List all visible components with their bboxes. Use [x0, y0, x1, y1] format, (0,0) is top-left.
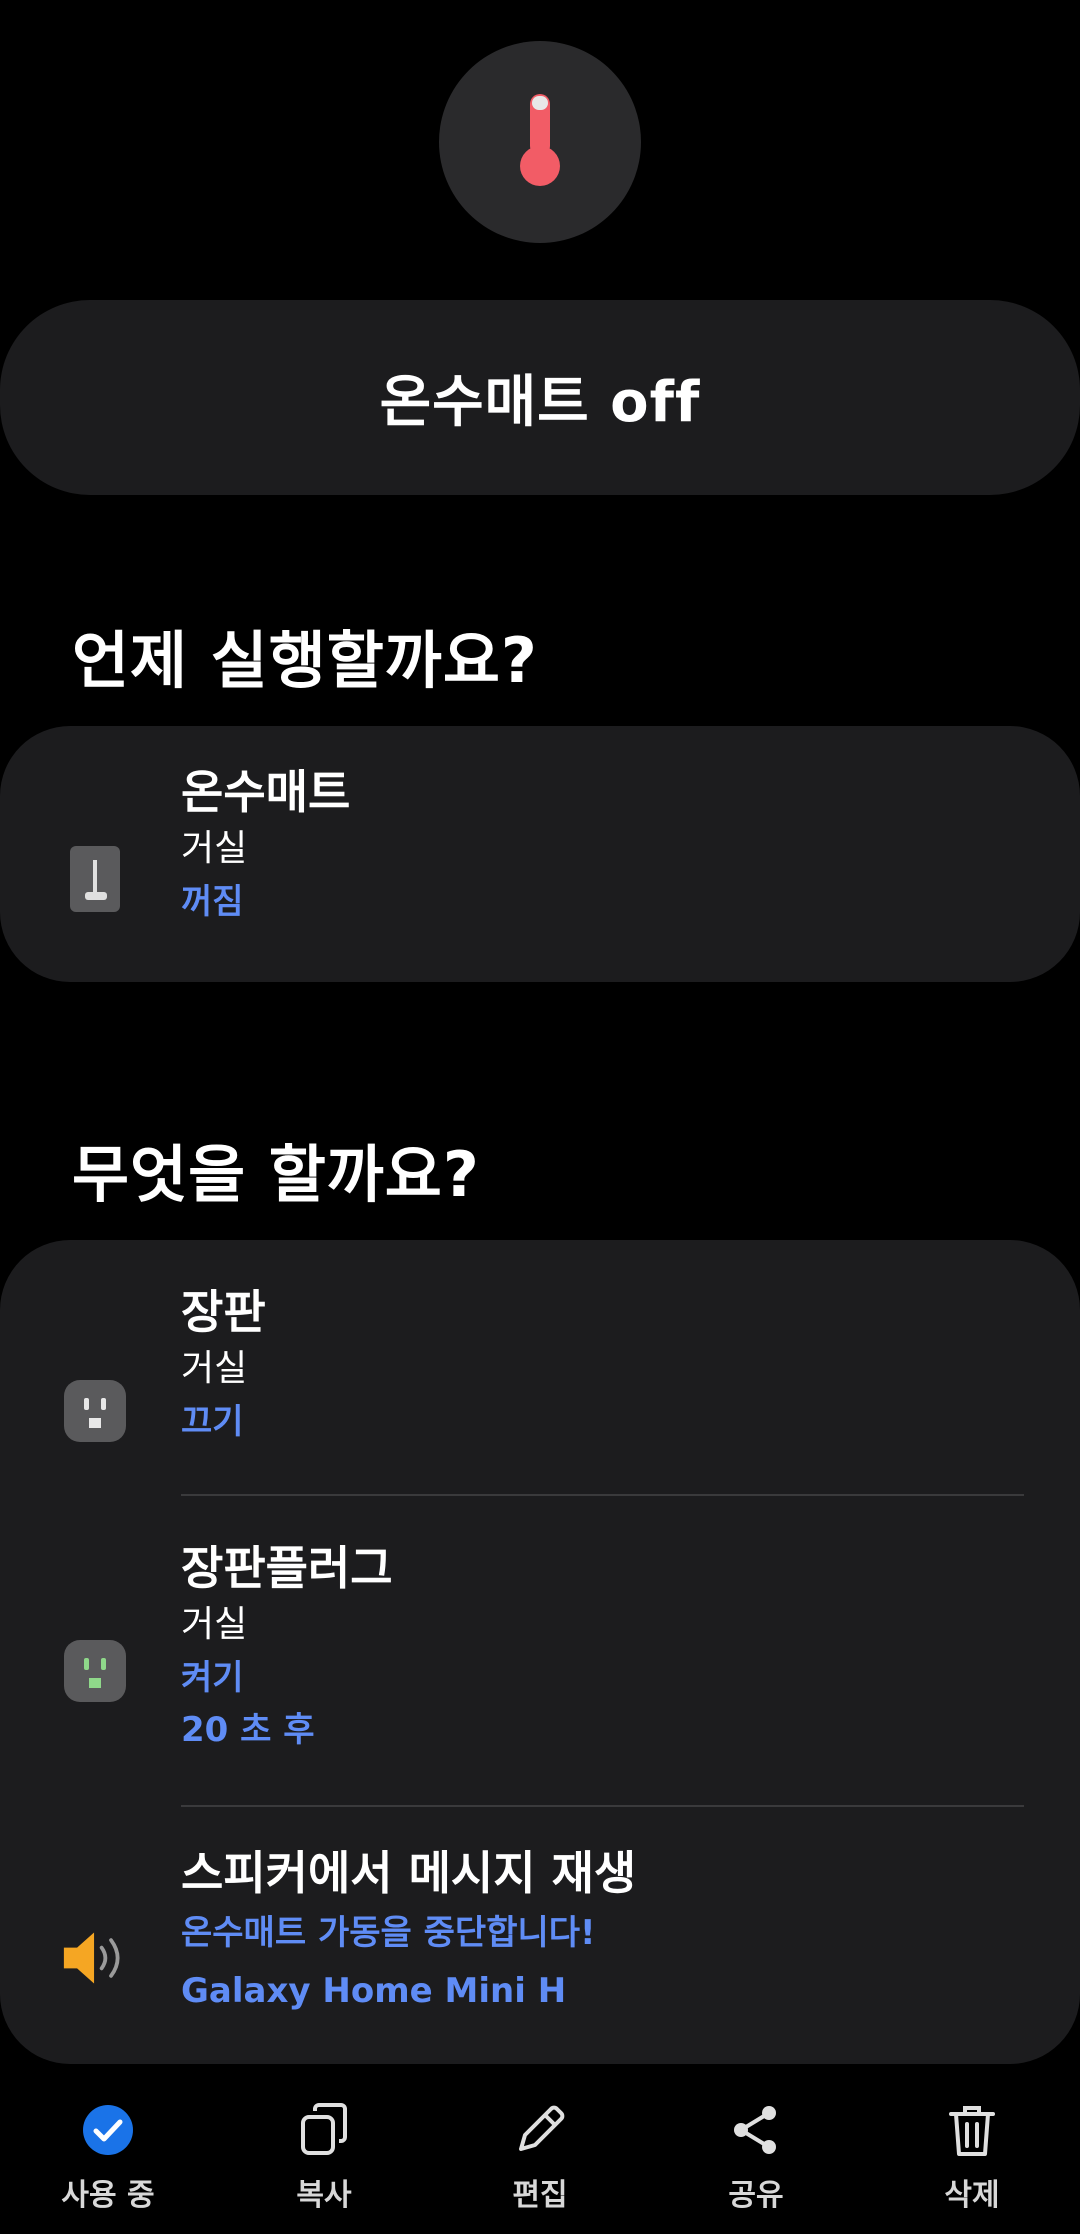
- action-device-name: 장판: [181, 1285, 266, 1339]
- trash-icon: [942, 2100, 1002, 2160]
- plug-icon: [62, 1378, 128, 1444]
- divider: [181, 1494, 1024, 1496]
- thermometer-icon: [510, 90, 570, 194]
- what-heading: 무엇을 할까요?: [72, 1138, 480, 1211]
- action-device-name: 장판플러그: [181, 1541, 393, 1595]
- condition-device-name: 온수매트: [181, 765, 351, 819]
- nav-label: 복사: [296, 2178, 352, 2213]
- actions-card: 장판 거실 끄기 장판플러그 거실 켜기 20 초 후 스피커에서 메시지 재생…: [0, 1240, 1080, 2064]
- edit-button[interactable]: 편집: [450, 2090, 630, 2234]
- nav-label: 공유: [728, 2178, 784, 2213]
- plug-green-icon: [62, 1638, 128, 1704]
- routine-title-card[interactable]: 온수매트 off: [0, 300, 1080, 495]
- speaker-icon: [62, 1925, 128, 1991]
- copy-icon: [294, 2100, 354, 2160]
- in-use-button[interactable]: 사용 중: [18, 2090, 198, 2234]
- action-command: 켜기: [181, 1658, 244, 1698]
- nav-label: 삭제: [944, 2178, 1000, 2213]
- condition-card[interactable]: 온수매트 거실 꺼짐: [0, 726, 1080, 982]
- routine-detail-page: 온수매트 off 언제 실행할까요? 온수매트 거실 꺼짐 무엇을 할까요? 장…: [0, 0, 1080, 2234]
- when-heading: 언제 실행할까요?: [72, 624, 538, 697]
- routine-title: 온수매트 off: [379, 370, 701, 435]
- action-delay: 20 초 후: [181, 1710, 315, 1750]
- nav-label: 편집: [512, 2178, 568, 2213]
- share-icon: [726, 2100, 786, 2160]
- share-button[interactable]: 공유: [666, 2090, 846, 2234]
- bottom-action-bar: 사용 중 복사 편집 공유 삭제: [0, 2090, 1080, 2234]
- condition-state: 꺼짐: [181, 882, 244, 922]
- action-command: 끄기: [181, 1402, 244, 1442]
- action-room: 거실: [181, 1348, 248, 1389]
- speaker-message: 온수매트 가동을 중단합니다!: [181, 1913, 596, 1953]
- divider: [181, 1805, 1024, 1807]
- switch-icon: [62, 846, 128, 912]
- check-circle-icon: [78, 2100, 138, 2160]
- delete-button[interactable]: 삭제: [882, 2090, 1062, 2234]
- action-room: 거실: [181, 1604, 248, 1645]
- nav-label: 사용 중: [61, 2178, 155, 2213]
- speaker-device: Galaxy Home Mini H: [181, 1971, 567, 2011]
- pencil-icon: [510, 2100, 570, 2160]
- condition-room: 거실: [181, 828, 248, 869]
- copy-button[interactable]: 복사: [234, 2090, 414, 2234]
- routine-icon[interactable]: [439, 41, 641, 243]
- action-name: 스피커에서 메시지 재생: [181, 1846, 637, 1900]
